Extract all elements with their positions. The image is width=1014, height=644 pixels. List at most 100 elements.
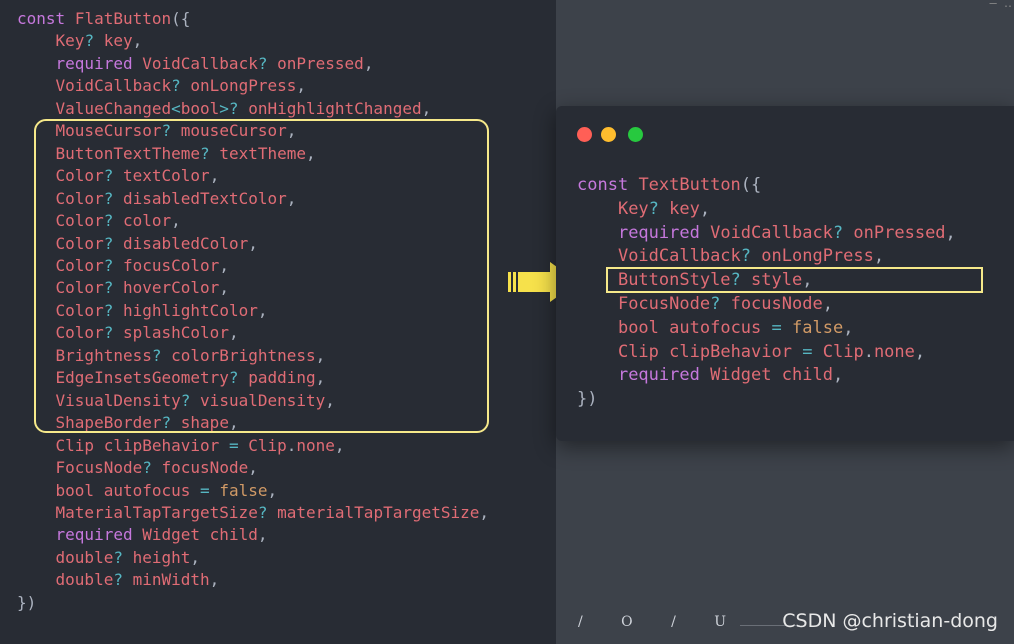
- code-token: bool: [617, 317, 659, 338]
- code-token: <: [171, 98, 181, 118]
- watermark: CSDN @christian-dong: [782, 610, 998, 632]
- code-token: clipBehavior: [103, 435, 220, 455]
- code-token: VoidCallback: [142, 53, 258, 73]
- code-token: Clip: [617, 341, 659, 362]
- code-line: VoidCallback? onLongPress,: [577, 245, 956, 269]
- code-token: ?: [113, 547, 123, 567]
- text-button-code-window: const TextButton({ Key? key, required Vo…: [556, 106, 1014, 441]
- code-token: ,: [267, 480, 278, 500]
- code-token: ?: [832, 222, 844, 243]
- code-line: const FlatButton({: [17, 8, 489, 30]
- footer-marks: / O / U: [578, 614, 758, 630]
- code-token: onHighlightChanged: [248, 98, 422, 118]
- code-token: }): [17, 592, 37, 612]
- code-token: Clip: [822, 341, 864, 362]
- code-token: =: [771, 317, 782, 338]
- code-token: ({: [171, 9, 191, 28]
- code-token: ?: [710, 293, 721, 314]
- code-token: ,: [363, 53, 374, 73]
- code-line: }): [17, 592, 489, 614]
- code-token: FocusNode: [55, 458, 143, 478]
- code-token: none: [296, 435, 335, 455]
- code-line: Clip clipBehavior = Clip.none,: [577, 341, 956, 365]
- code-token: ,: [209, 570, 220, 590]
- code-token: ,: [296, 76, 307, 96]
- code-token: .: [863, 341, 874, 362]
- code-line: VoidCallback? onLongPress,: [17, 75, 489, 97]
- code-token: key: [103, 31, 133, 51]
- code-token: none: [873, 341, 915, 362]
- code-line: ValueChanged<bool>? onHighlightChanged,: [17, 98, 489, 120]
- code-token: ?: [113, 570, 123, 590]
- code-token: ,: [257, 525, 268, 545]
- code-token: onPressed: [853, 222, 946, 243]
- code-token: child: [781, 365, 833, 386]
- code-token: Clip: [55, 435, 95, 455]
- code-token: VoidCallback: [55, 76, 172, 96]
- footer-mark: /: [671, 614, 678, 630]
- code-token: FlatButton: [74, 9, 172, 28]
- code-token: child: [209, 525, 258, 545]
- code-token: ?: [648, 198, 659, 219]
- code-line: bool autofocus = false,: [577, 317, 956, 341]
- code-token: ,: [914, 341, 926, 362]
- code-token: ?: [142, 458, 152, 478]
- code-line: const TextButton({: [577, 174, 956, 198]
- code-token: required: [617, 222, 700, 243]
- code-token: height: [132, 547, 191, 567]
- left-code-editor: const FlatButton({ Key? key, required Vo…: [0, 0, 556, 644]
- code-line: required VoidCallback? onPressed,: [577, 222, 956, 246]
- code-line: FocusNode? focusNode,: [577, 293, 956, 317]
- code-token: ?: [84, 31, 95, 51]
- code-line: Key? key,: [17, 30, 489, 52]
- window-close-button[interactable]: [577, 127, 592, 142]
- code-token: minWidth: [132, 570, 210, 590]
- code-line: required VoidCallback? onPressed,: [17, 53, 489, 75]
- code-token: =: [802, 341, 813, 362]
- code-token: =: [200, 480, 210, 500]
- window-minimize-button[interactable]: [601, 127, 616, 142]
- code-token: autofocus: [103, 480, 191, 500]
- code-token: Widget: [142, 525, 201, 545]
- code-line: MaterialTapTargetSize? materialTapTarget…: [17, 502, 490, 524]
- code-token: ,: [479, 502, 490, 522]
- window-maximize-button[interactable]: [628, 127, 643, 142]
- code-token: ValueChanged: [55, 98, 172, 118]
- code-token: ,: [132, 31, 143, 51]
- code-token: FocusNode: [617, 293, 711, 314]
- code-token: MaterialTapTargetSize: [55, 502, 258, 522]
- code-token: ({: [740, 175, 762, 195]
- code-token: autofocus: [669, 317, 762, 338]
- code-token: Widget: [710, 365, 772, 386]
- code-token: ,: [945, 222, 956, 243]
- code-token: ?: [171, 76, 181, 96]
- code-token: Key: [617, 198, 649, 219]
- code-line: double? height,: [17, 547, 489, 569]
